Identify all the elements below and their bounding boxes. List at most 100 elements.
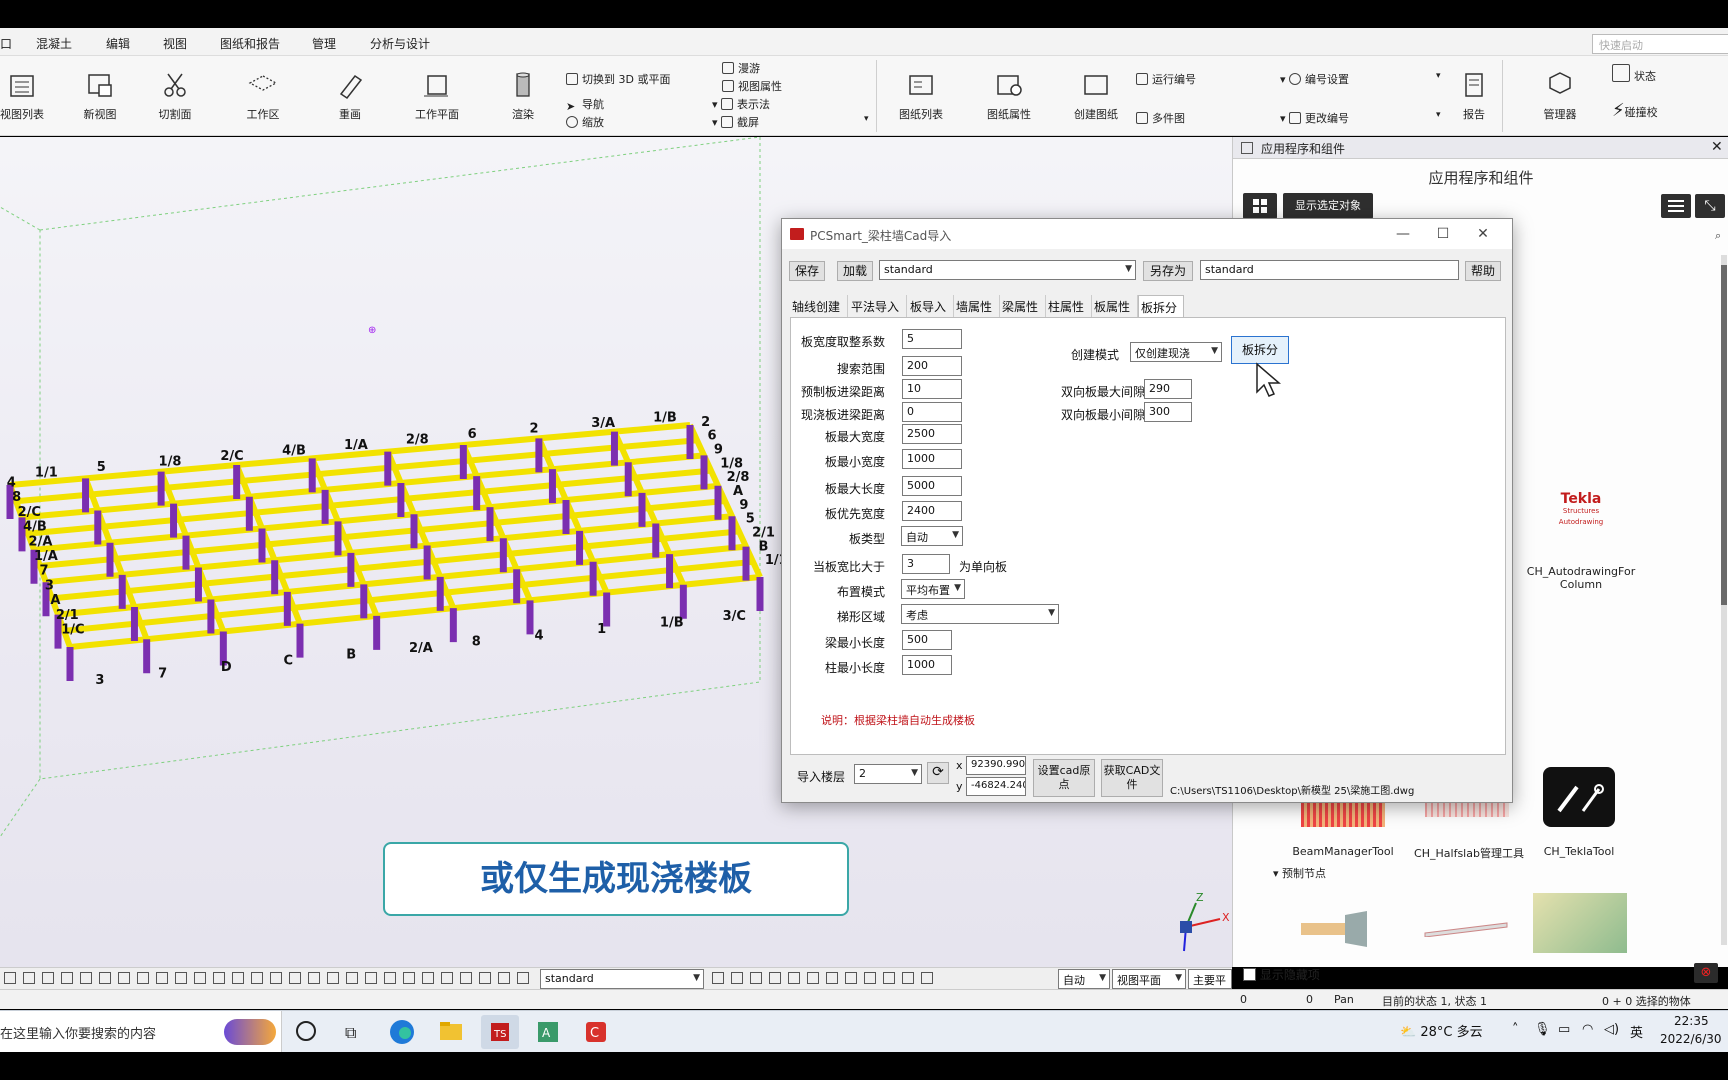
toolbar-tool-icon[interactable]	[118, 972, 130, 984]
load-button[interactable]: 加载	[837, 261, 873, 281]
node-thumb-3[interactable]	[1533, 893, 1627, 953]
toolbar-tool-icon[interactable]	[384, 972, 396, 984]
toolbar-tool-icon[interactable]	[175, 972, 187, 984]
toolbar-tool-icon[interactable]	[788, 972, 800, 984]
toolbar-tool-icon[interactable]	[270, 972, 282, 984]
tab-slab-import[interactable]: 板导入	[908, 295, 954, 317]
dropdown-arrow-icon-2[interactable]: ▾	[1436, 110, 1441, 120]
toolbar-tool-icon[interactable]	[845, 972, 857, 984]
save-button[interactable]: 保存	[789, 261, 825, 281]
snap-mode-select[interactable]: 自动 ▼	[1058, 969, 1110, 989]
menu-tab-view[interactable]: 视图	[156, 35, 194, 59]
save-as-input[interactable]: standard	[1200, 260, 1459, 280]
twoway-max-input[interactable]: 290	[1144, 379, 1192, 399]
toolbar-tool-icon[interactable]	[308, 972, 320, 984]
zoom-button[interactable]: 缩放	[566, 114, 604, 130]
toolbar-tool-icon[interactable]	[61, 972, 73, 984]
toolbar-tool-icon[interactable]	[327, 972, 339, 984]
search-icon[interactable]: ⌕	[1715, 229, 1721, 243]
run-numbering-button[interactable]: 运行编号	[1136, 71, 1196, 87]
app-label-halfslab[interactable]: CH_Halfslab管理工具	[1405, 845, 1533, 861]
split-slab-button[interactable]: 板拆分	[1231, 336, 1289, 364]
toolbar-tool-icon[interactable]	[883, 972, 895, 984]
show-hidden-checkbox[interactable]	[1243, 968, 1256, 981]
tray-chevron-icon[interactable]: ˄	[1512, 1022, 1519, 1037]
toolbar-tool-icon[interactable]	[99, 972, 111, 984]
clash-check-button[interactable]: ⚡碰撞校	[1612, 100, 1658, 121]
switch-3d-button[interactable]: 切换到 3D 或平面	[566, 71, 670, 87]
toolbar-tool-icon[interactable]	[251, 972, 263, 984]
toolbar-tool-icon[interactable]	[460, 972, 472, 984]
min-width-input[interactable]: 1000	[902, 449, 962, 469]
menu-tab-analysis[interactable]: 分析与设计	[370, 35, 430, 52]
dialog-titlebar[interactable]: PCSmart_梁柱墙Cad导入 — ☐ ✕	[782, 219, 1512, 249]
clip-plane-button[interactable]: 切割面	[153, 70, 197, 122]
edge-icon[interactable]	[383, 1015, 421, 1049]
representation-button[interactable]: ▾ 表示法	[712, 96, 770, 112]
tab-slab-prop[interactable]: 板属性	[1092, 295, 1138, 317]
toolbar-tool-icon[interactable]	[194, 972, 206, 984]
grid-view-button[interactable]	[1243, 193, 1277, 219]
view-properties-button[interactable]: 视图属性	[722, 78, 782, 94]
tab-axis[interactable]: 轴线创建	[790, 295, 848, 317]
tekla-autodrawing-thumb[interactable]: Tekla Structures Autodrawing	[1539, 491, 1623, 551]
show-selected-button[interactable]: 显示选定对象	[1283, 193, 1373, 219]
tab-column[interactable]: 柱属性	[1046, 295, 1092, 317]
max-length-input[interactable]: 5000	[902, 476, 962, 496]
menu-tab-edit[interactable]: 编辑	[106, 35, 130, 52]
toolbar-tool-icon[interactable]	[23, 972, 35, 984]
save-as-button[interactable]: 另存为	[1143, 261, 1193, 281]
get-cad-file-button[interactable]: 获取CAD文件	[1101, 759, 1163, 797]
twoway-min-input[interactable]: 300	[1144, 402, 1192, 422]
walk-button[interactable]: 漫游	[722, 60, 760, 76]
width-round-input[interactable]: 5	[902, 329, 962, 349]
language-indicator[interactable]: 英	[1630, 1022, 1643, 1041]
plane-select[interactable]: 视图平面 ▼	[1112, 969, 1186, 989]
dropdown-arrow-icon[interactable]: ▾	[1436, 71, 1441, 81]
app-c-icon[interactable]: C	[577, 1015, 615, 1049]
toolbar-tool-icon[interactable]	[422, 972, 434, 984]
app-label-autodrawing[interactable]: CH_AutodrawingFor Column	[1521, 565, 1641, 591]
max-width-input[interactable]: 2500	[902, 424, 962, 444]
toolbar-tool-icon[interactable]	[750, 972, 762, 984]
import-floor-select[interactable]: 2 ▼	[854, 764, 922, 784]
col-min-input[interactable]: 1000	[902, 655, 952, 675]
toolbar-tool-icon[interactable]	[712, 972, 724, 984]
clock-time[interactable]: 22:35	[1674, 1014, 1709, 1028]
toolbar-tool-icon[interactable]	[864, 972, 876, 984]
battery-icon[interactable]: ▭	[1558, 1022, 1570, 1037]
tab-wall[interactable]: 墙属性	[954, 295, 1000, 317]
navigate-button[interactable]: ➤ 导航	[566, 96, 604, 113]
menu-tab-drawings[interactable]: 图纸和报告	[220, 35, 280, 52]
error-badge-icon[interactable]: ⊗	[1694, 963, 1718, 983]
new-view-button[interactable]: 新视图	[78, 70, 122, 122]
task-view-icon[interactable]: ⧉	[345, 1023, 356, 1043]
microphone-icon[interactable]: 🎙	[1534, 1022, 1551, 1037]
toolbar-tool-icon[interactable]	[213, 972, 225, 984]
numbering-settings-button[interactable]: ▾ 编号设置	[1280, 71, 1349, 87]
weather-widget[interactable]: ⛅ 28°C 多云	[1400, 1021, 1483, 1040]
beam-min-input[interactable]: 500	[902, 630, 952, 650]
file-explorer-icon[interactable]	[432, 1015, 470, 1049]
menu-tab-concrete[interactable]: 混凝土	[36, 35, 72, 52]
toolbar-tool-icon[interactable]	[346, 972, 358, 984]
collapse-button[interactable]: ⤡	[1695, 194, 1725, 218]
cast-dist-input[interactable]: 0	[902, 402, 962, 422]
app-label-teklatool[interactable]: CH_TeklaTool	[1519, 845, 1639, 858]
toolbar-tool-icon[interactable]	[902, 972, 914, 984]
toolbar-tool-icon[interactable]	[403, 972, 415, 984]
primary-select[interactable]: 主要平	[1188, 969, 1232, 989]
tab-flat[interactable]: 平法导入	[849, 295, 907, 317]
toolbar-tool-icon[interactable]	[479, 972, 491, 984]
render-button[interactable]: 渲染	[503, 70, 543, 122]
show-hidden-checkbox-row[interactable]: 显示隐藏项	[1243, 966, 1320, 983]
drawing-list-button[interactable]: 图纸列表	[896, 70, 946, 122]
toolbar-tool-icon[interactable]	[289, 972, 301, 984]
toolbar-tool-icon[interactable]	[826, 972, 838, 984]
toolbar-tool-icon[interactable]	[498, 972, 510, 984]
toolbar-tool-icon[interactable]	[517, 972, 529, 984]
pref-width-input[interactable]: 2400	[902, 501, 962, 521]
toolbar-tool-icon[interactable]	[769, 972, 781, 984]
ratio-input[interactable]: 3	[902, 554, 950, 574]
create-mode-select[interactable]: 仅创建现浇 ▼	[1130, 342, 1222, 362]
